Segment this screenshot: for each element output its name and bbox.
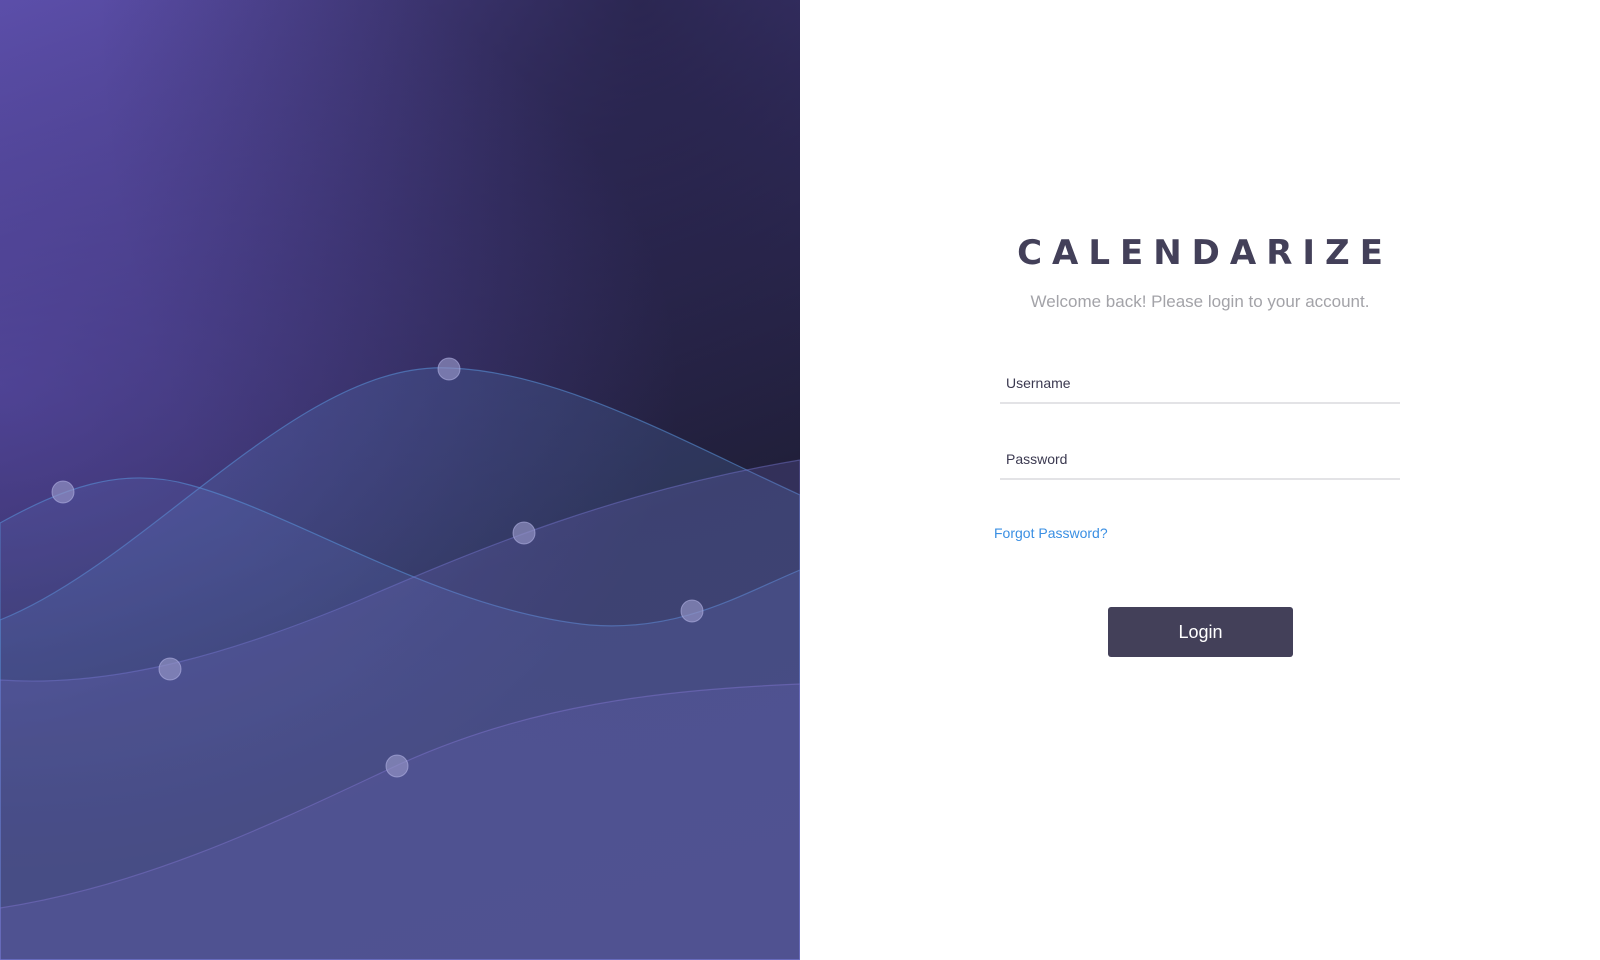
login-button[interactable]: Login	[1108, 607, 1293, 657]
wave-dot	[512, 521, 536, 545]
login-page: CALENDARIZE Welcome back! Please login t…	[0, 0, 1600, 960]
password-field-wrapper	[1000, 440, 1400, 480]
wave-illustration	[0, 357, 800, 960]
login-panel: CALENDARIZE Welcome back! Please login t…	[800, 0, 1600, 960]
hero-illustration-panel	[0, 0, 800, 960]
welcome-subtitle: Welcome back! Please login to your accou…	[1030, 292, 1370, 311]
wave-dot	[385, 754, 409, 778]
password-input[interactable]	[1000, 440, 1400, 478]
wave-dot	[437, 357, 461, 381]
app-title: CALENDARIZE	[1017, 233, 1393, 273]
username-field-wrapper	[1000, 364, 1400, 404]
wave-dot	[680, 599, 704, 623]
wave-dot	[158, 657, 182, 681]
forgot-password-link[interactable]: Forgot Password?	[994, 525, 1108, 541]
wave-dot	[51, 480, 75, 504]
username-input[interactable]	[1000, 364, 1400, 402]
